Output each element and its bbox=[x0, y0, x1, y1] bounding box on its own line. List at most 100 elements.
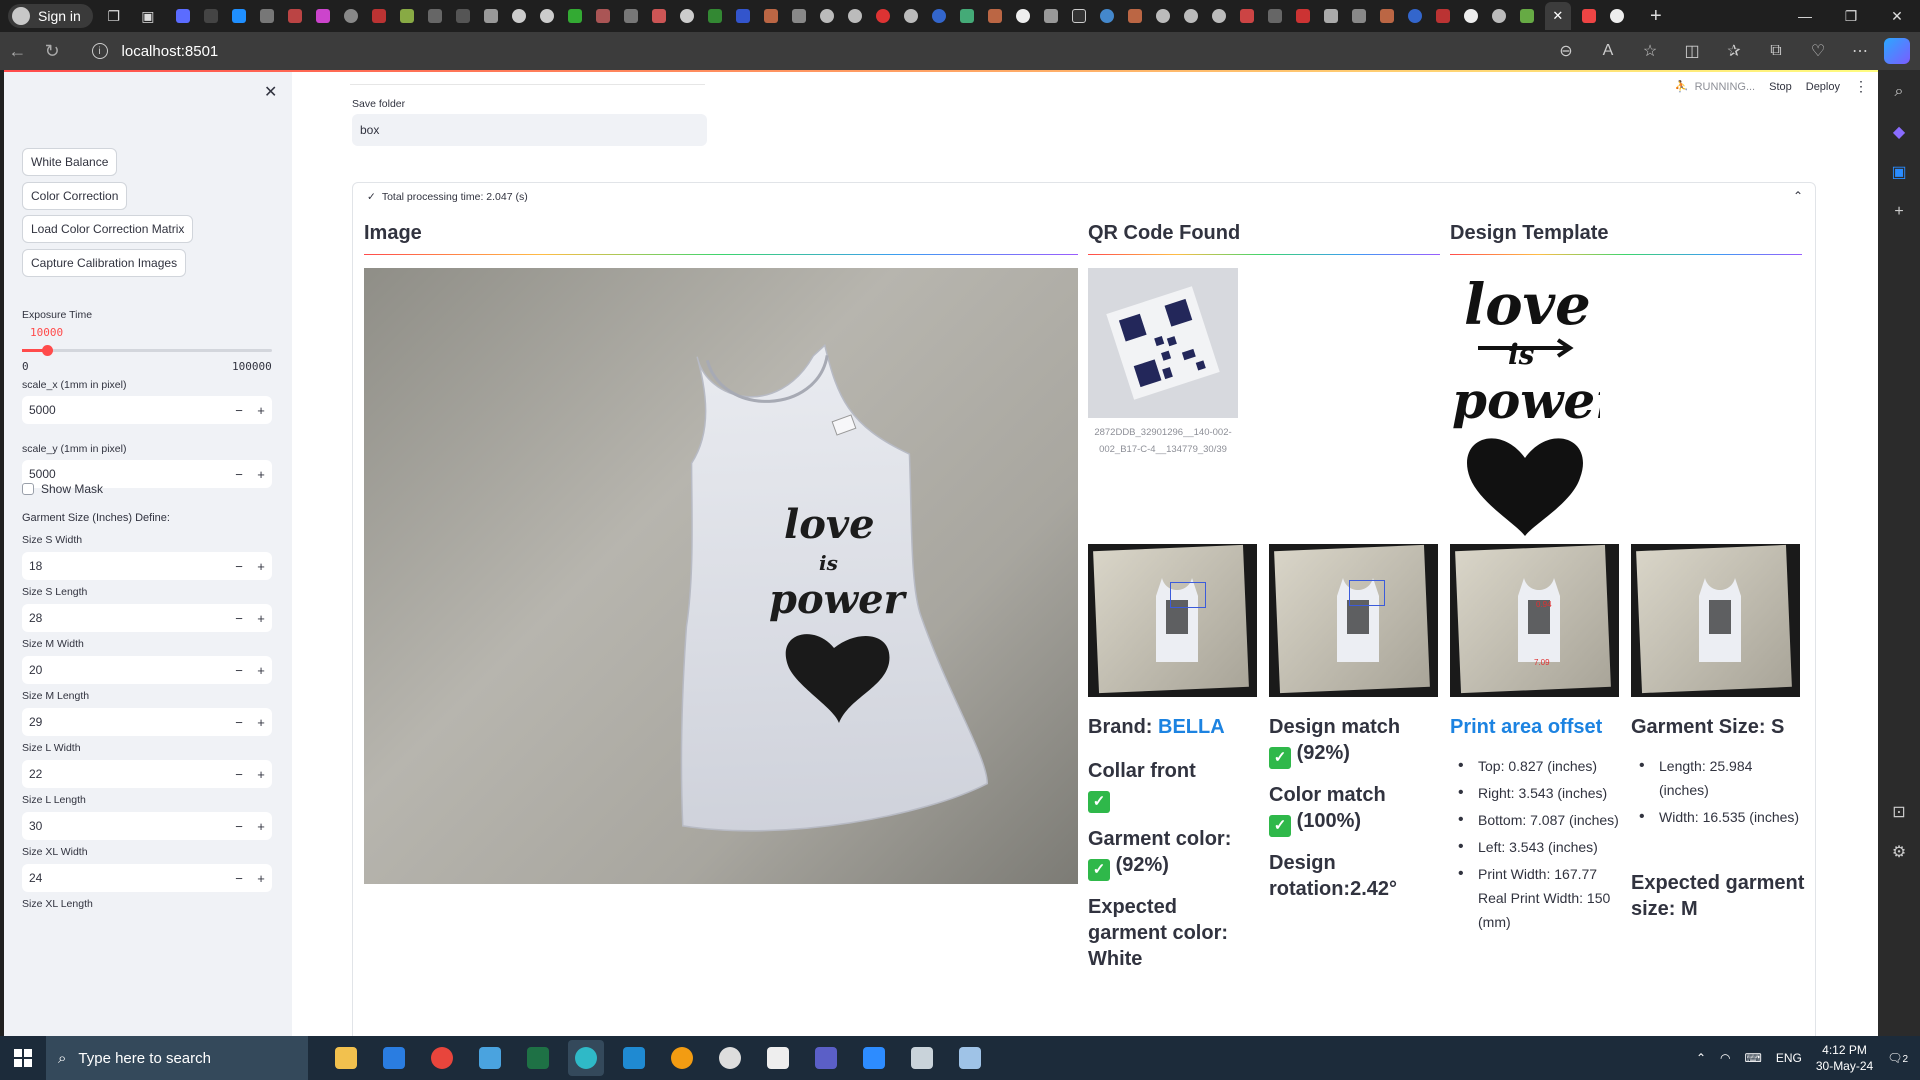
teams-icon[interactable] bbox=[808, 1040, 844, 1076]
exposure-slider[interactable] bbox=[22, 345, 272, 356]
add-icon[interactable]: + bbox=[1887, 200, 1911, 224]
app-icon[interactable] bbox=[760, 1040, 796, 1076]
remote-desktop-icon[interactable] bbox=[472, 1040, 508, 1076]
clock[interactable]: 4:12 PM 30-May-24 bbox=[1816, 1042, 1873, 1074]
size-field-input[interactable]: 24− + bbox=[22, 864, 272, 892]
increment-button[interactable]: + bbox=[250, 767, 272, 782]
tab[interactable] bbox=[705, 6, 725, 26]
tab[interactable] bbox=[425, 6, 445, 26]
browser-essentials-icon[interactable]: ♡ bbox=[1800, 36, 1836, 66]
favorites-icon[interactable]: ✰ bbox=[1716, 36, 1752, 66]
copilot-sidebar-icon[interactable]: ◆ bbox=[1887, 120, 1911, 144]
size-field-input[interactable]: 20− + bbox=[22, 656, 272, 684]
tab[interactable] bbox=[985, 6, 1005, 26]
back-icon[interactable]: ← bbox=[0, 36, 35, 66]
vscode-icon[interactable] bbox=[616, 1040, 652, 1076]
scale-x-input[interactable]: 5000 − + bbox=[22, 396, 272, 424]
store-icon[interactable] bbox=[376, 1040, 412, 1076]
decrement-button[interactable]: − bbox=[228, 819, 250, 834]
size-field-value[interactable]: 29 bbox=[22, 715, 228, 729]
tab[interactable] bbox=[1181, 6, 1201, 26]
save-folder-value[interactable]: box bbox=[360, 123, 379, 137]
main-menu-icon[interactable]: ⋮ bbox=[1854, 78, 1868, 95]
size-field-input[interactable]: 22− + bbox=[22, 760, 272, 788]
tab[interactable] bbox=[593, 6, 613, 26]
tab[interactable] bbox=[1517, 6, 1537, 26]
slider-thumb[interactable] bbox=[42, 345, 53, 356]
tab[interactable] bbox=[621, 6, 641, 26]
tab[interactable] bbox=[565, 6, 585, 26]
tab[interactable] bbox=[789, 6, 809, 26]
favorite-star-icon[interactable]: ☆ bbox=[1632, 36, 1668, 66]
tab[interactable] bbox=[453, 6, 473, 26]
active-tab-close-button[interactable]: ✕ bbox=[1544, 2, 1571, 30]
scale-y-value[interactable]: 5000 bbox=[22, 467, 228, 481]
tab[interactable] bbox=[201, 6, 221, 26]
tab[interactable] bbox=[1237, 6, 1257, 26]
tab[interactable] bbox=[1349, 6, 1369, 26]
tab[interactable] bbox=[1209, 6, 1229, 26]
increment-button[interactable]: + bbox=[250, 467, 272, 482]
tab[interactable] bbox=[817, 6, 837, 26]
size-field-input[interactable]: 18− + bbox=[22, 552, 272, 580]
tab[interactable] bbox=[901, 6, 921, 26]
increment-button[interactable]: + bbox=[250, 559, 272, 574]
stop-button[interactable]: Stop bbox=[1769, 81, 1792, 93]
tab[interactable] bbox=[957, 6, 977, 26]
app-icon[interactable] bbox=[952, 1040, 988, 1076]
tab[interactable] bbox=[369, 6, 389, 26]
color-correction-button[interactable]: Color Correction bbox=[22, 182, 128, 210]
zoom-icon[interactable]: ⊖ bbox=[1548, 36, 1584, 66]
chevron-up-icon[interactable]: ⌃ bbox=[1696, 1051, 1706, 1065]
scale-x-value[interactable]: 5000 bbox=[22, 403, 228, 417]
copilot-icon[interactable] bbox=[1884, 38, 1910, 64]
tab[interactable] bbox=[1097, 6, 1117, 26]
close-icon[interactable]: ✕ bbox=[1874, 0, 1920, 32]
app-icon[interactable] bbox=[904, 1040, 940, 1076]
notification-icon[interactable]: 🗨2 bbox=[1887, 1051, 1908, 1065]
tab[interactable] bbox=[873, 6, 893, 26]
app-icon[interactable] bbox=[712, 1040, 748, 1076]
decrement-button[interactable]: − bbox=[228, 467, 250, 482]
split-screen-icon[interactable]: ◫ bbox=[1674, 36, 1710, 66]
new-tab-button[interactable]: + bbox=[1643, 5, 1669, 27]
tab[interactable] bbox=[257, 6, 277, 26]
wifi-icon[interactable]: ◠ bbox=[1720, 1051, 1730, 1065]
increment-button[interactable]: + bbox=[250, 819, 272, 834]
tab[interactable] bbox=[845, 6, 865, 26]
tab[interactable] bbox=[397, 6, 417, 26]
outlook-icon[interactable]: ▣ bbox=[1887, 160, 1911, 184]
size-field-value[interactable]: 28 bbox=[22, 611, 228, 625]
read-aloud-icon[interactable]: A bbox=[1590, 36, 1626, 66]
decrement-button[interactable]: − bbox=[228, 715, 250, 730]
size-field-input[interactable]: 28− + bbox=[22, 604, 272, 632]
decrement-button[interactable]: − bbox=[228, 559, 250, 574]
size-field-value[interactable]: 24 bbox=[22, 871, 228, 885]
tab[interactable] bbox=[1293, 6, 1313, 26]
size-field-value[interactable]: 30 bbox=[22, 819, 228, 833]
tab[interactable] bbox=[509, 6, 529, 26]
increment-button[interactable]: + bbox=[250, 663, 272, 678]
tab[interactable] bbox=[733, 6, 753, 26]
decrement-button[interactable]: − bbox=[228, 871, 250, 886]
restore-icon[interactable]: ❐ bbox=[1828, 0, 1874, 32]
size-field-value[interactable]: 20 bbox=[22, 663, 228, 677]
tab[interactable] bbox=[1489, 6, 1509, 26]
tab[interactable] bbox=[481, 6, 501, 26]
tab[interactable] bbox=[173, 6, 193, 26]
size-field-value[interactable]: 22 bbox=[22, 767, 228, 781]
url-field[interactable]: i localhost:8501 bbox=[80, 36, 1548, 66]
save-folder-input[interactable]: box bbox=[352, 114, 707, 146]
tab[interactable] bbox=[1041, 6, 1061, 26]
chrome-icon[interactable] bbox=[424, 1040, 460, 1076]
checkbox-box[interactable] bbox=[22, 483, 34, 495]
tab[interactable] bbox=[229, 6, 249, 26]
size-field-value[interactable]: 18 bbox=[22, 559, 228, 573]
tab[interactable] bbox=[761, 6, 781, 26]
search-icon[interactable]: ⌕ bbox=[1887, 80, 1911, 104]
file-explorer-icon[interactable] bbox=[328, 1040, 364, 1076]
home-assistant-icon[interactable] bbox=[664, 1040, 700, 1076]
tab[interactable] bbox=[1069, 6, 1089, 26]
increment-button[interactable]: + bbox=[250, 403, 272, 418]
tab[interactable] bbox=[285, 6, 305, 26]
